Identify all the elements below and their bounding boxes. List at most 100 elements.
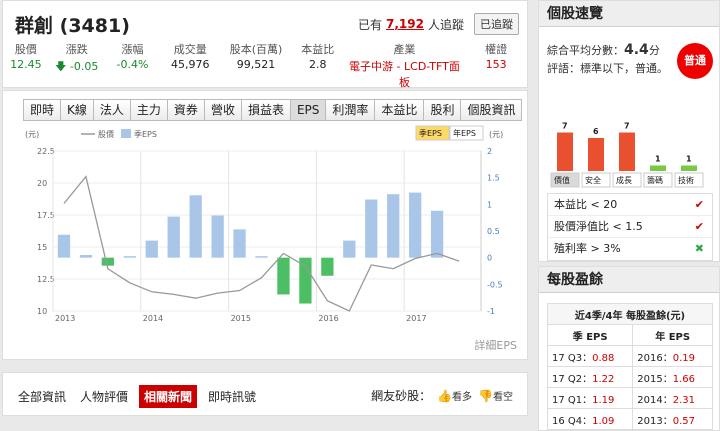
eps-quarter-label: 17 Q1： bbox=[552, 394, 593, 406]
eps-bar bbox=[409, 192, 422, 258]
x-tick: 2014 bbox=[143, 314, 163, 323]
tracking-count[interactable]: 7,192 bbox=[386, 17, 424, 31]
news-tab[interactable]: 全部資訊 bbox=[15, 386, 69, 407]
detail-eps-link[interactable]: 詳細EPS bbox=[474, 337, 517, 353]
score-bar bbox=[588, 138, 604, 171]
eps-quarter-label: 17 Q3： bbox=[552, 352, 593, 364]
score-bar-2: 7 成長 bbox=[612, 122, 642, 188]
eps-table: 近4季/4年 每股盈餘(元) 季 EPS 年 EPS 17 Q3：0.88 2016… bbox=[546, 303, 713, 430]
chart-tab[interactable]: 利潤率 bbox=[326, 100, 376, 120]
check-row: 殖利率 > 3% ✖ bbox=[548, 238, 712, 260]
eps-row: 16 Q4：1.09 2013：0.57 bbox=[546, 408, 713, 430]
stat-value-text: 45,976 bbox=[171, 58, 210, 71]
chart-tab[interactable]: 本益比 bbox=[375, 100, 425, 120]
chart-tab[interactable]: EPS bbox=[290, 100, 327, 120]
score-bar-label[interactable]: 技術 bbox=[678, 175, 694, 185]
chart-panel: 即時 K線 法人 主力 資券 營收 損益表 EPS 利潤率 本益比 股利 個股資訊 22.5 20 17.… bbox=[2, 90, 528, 360]
thumbs-up-icon: 👍 bbox=[437, 389, 453, 403]
eps-quarter-label: 16 Q4： bbox=[552, 415, 593, 427]
vote-area: 網友砂股： 👍看多 👎看空 bbox=[371, 387, 513, 404]
score-bar-label[interactable]: 安全 bbox=[585, 175, 601, 185]
news-tabs: 全部資訊 人物評價 相關新聞 即時訊號 bbox=[15, 385, 259, 408]
chart-tab[interactable]: 營收 bbox=[204, 100, 242, 120]
news-bar: 全部資訊 人物評價 相關新聞 即時訊號 網友砂股： 👍看多 👎看空 bbox=[2, 372, 528, 416]
score-bar-value: 6 bbox=[593, 127, 599, 136]
chart-tab[interactable]: 即時 bbox=[24, 100, 62, 120]
quick-view-title: 個股速覽 bbox=[539, 1, 719, 27]
score-bar-label[interactable]: 籌碼 bbox=[647, 175, 663, 185]
stat-label: 產業 bbox=[393, 43, 416, 56]
followed-button[interactable]: 已追蹤 bbox=[474, 13, 519, 35]
stat-label: 股價 bbox=[14, 43, 37, 56]
news-tab[interactable]: 相關新聞 bbox=[139, 385, 198, 408]
chart-tab[interactable]: 法人 bbox=[93, 100, 131, 120]
eps-bar bbox=[387, 194, 400, 258]
eps-bar bbox=[277, 257, 290, 295]
vote-down[interactable]: 👎看空 bbox=[478, 388, 513, 403]
score-bar-label[interactable]: 價值 bbox=[554, 175, 570, 185]
y-right-tick: 0.5 bbox=[487, 227, 500, 236]
eps-year-label: 2016： bbox=[637, 352, 673, 364]
check-label: 本益比 < 20 bbox=[554, 198, 618, 211]
score-bar bbox=[650, 165, 666, 171]
y-left-tick: 12.5 bbox=[37, 275, 55, 284]
thumbs-down-icon: 👎 bbox=[478, 389, 493, 403]
vote-up[interactable]: 👍看多 bbox=[437, 388, 472, 403]
stat-value-text: 12.45 bbox=[10, 58, 42, 71]
eps-bar bbox=[211, 215, 224, 258]
x-tick: 2013 bbox=[55, 314, 75, 323]
chart-tab[interactable]: 資券 bbox=[167, 100, 205, 120]
chart-tab[interactable]: 個股資訊 bbox=[461, 100, 523, 120]
eps-year-label: 2014： bbox=[637, 394, 673, 406]
eps-bar bbox=[79, 255, 93, 258]
stat-6: 產業電子中游 - LCD-TFT面板 bbox=[344, 41, 466, 90]
eps-year-value: 1.66 bbox=[672, 373, 696, 385]
price-line bbox=[63, 175, 460, 312]
chart-tab[interactable]: 主力 bbox=[130, 100, 168, 120]
stat-5: 本益比 2.8 bbox=[292, 41, 344, 90]
news-tab[interactable]: 人物評價 bbox=[77, 386, 131, 407]
legend-eps-swatch bbox=[121, 129, 131, 138]
stock-code: (3481) bbox=[59, 15, 130, 37]
stat-value: 🡇 -0.05 bbox=[49, 58, 105, 77]
eps-year-value: 0.57 bbox=[672, 415, 696, 427]
score-bars: 7 價值 6 安全 7 成長 1 籌碼 1 技術 bbox=[550, 122, 704, 188]
down-arrow-icon: 🡇 bbox=[55, 60, 70, 73]
eps-bar bbox=[365, 199, 378, 258]
eps-year-cell: 2014：2.31 bbox=[632, 387, 713, 409]
y-left-tick: 10 bbox=[37, 307, 47, 316]
stat-value[interactable]: 153 bbox=[465, 58, 527, 71]
score-bar-value: 1 bbox=[686, 155, 692, 164]
chart-tab[interactable]: 損益表 bbox=[241, 100, 291, 120]
side-column: 個股速覽 綜合平均分數：4.4分 評語：標準以下，普通。 普通 7 價值 6 安全 7 成… bbox=[538, 0, 720, 431]
eps-col-quarter: 季 EPS bbox=[546, 324, 634, 346]
eps-toggle-label[interactable]: 年EPS bbox=[453, 128, 476, 138]
y-left-tick: 17.5 bbox=[37, 211, 55, 220]
y-right-tick: -0.5 bbox=[487, 280, 503, 289]
chart-tab[interactable]: K線 bbox=[61, 100, 94, 120]
y-right-tick: 1 bbox=[487, 200, 492, 209]
check-row: 股價淨值比 < 1.5 ✔ bbox=[548, 216, 712, 238]
score-bar bbox=[619, 132, 635, 171]
stat-3: 成交量 45,976 bbox=[160, 41, 220, 90]
stat-0: 股價 12.45 bbox=[3, 41, 49, 90]
stat-value[interactable]: 電子中游 - LCD-TFT面板 bbox=[344, 58, 466, 90]
eps-toggle-label[interactable]: 季EPS bbox=[419, 128, 442, 138]
chart-tab[interactable]: 股利 bbox=[424, 100, 462, 120]
check-label: 殖利率 > 3% bbox=[554, 242, 621, 255]
news-tab[interactable]: 即時訊號 bbox=[205, 386, 259, 407]
score-bar-label[interactable]: 成長 bbox=[616, 175, 632, 185]
eps-quarter-value: 1.09 bbox=[592, 415, 615, 427]
score-value: 4.4 bbox=[624, 42, 649, 58]
rating-badge: 普通 bbox=[677, 43, 713, 79]
stat-7: 權證 153 bbox=[465, 41, 527, 90]
stat-value: -0.4% bbox=[105, 58, 161, 71]
stat-label: 權證 bbox=[485, 43, 508, 56]
stat-value-text: -0.4% bbox=[116, 58, 149, 71]
eps-bar bbox=[430, 210, 444, 258]
check-list: 本益比 < 20 ✔ 股價淨值比 < 1.5 ✔ 殖利率 > 3% ✖ bbox=[547, 193, 713, 261]
tracking-info: 已有 7,192 人追蹤 已追蹤 bbox=[358, 13, 519, 35]
check-icon: ✔ bbox=[694, 198, 704, 211]
score-bar-0: 7 價值 bbox=[550, 122, 580, 188]
score-bar bbox=[681, 165, 697, 171]
